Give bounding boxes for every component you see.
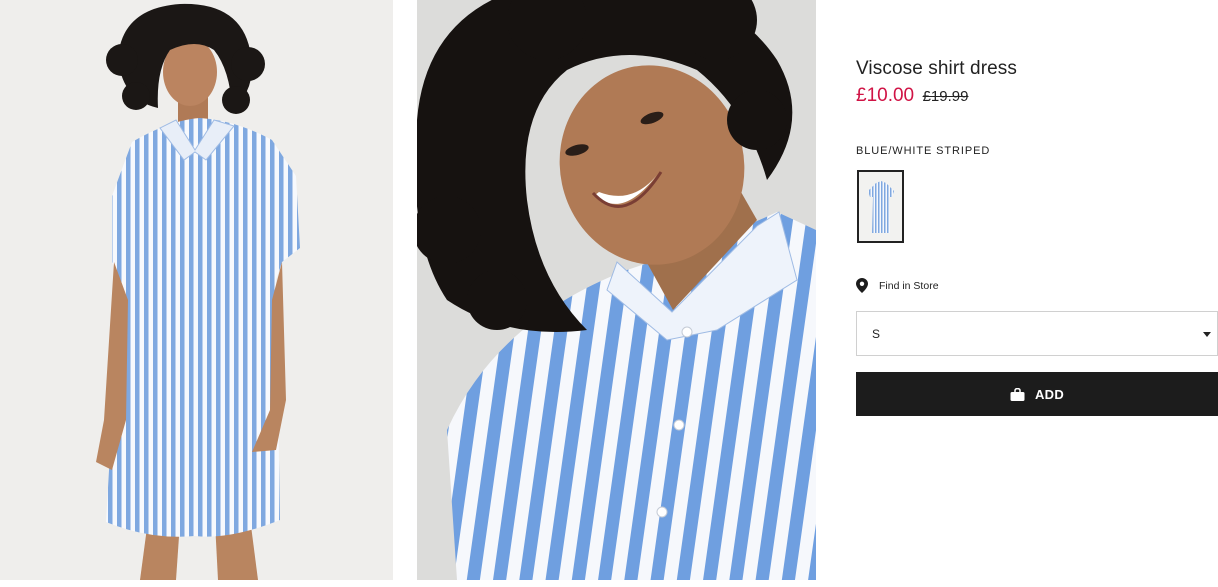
shopping-bag-icon: [1010, 387, 1025, 401]
product-image-full[interactable]: [0, 0, 393, 580]
caret-down-icon: [1203, 332, 1211, 337]
product-image-detail[interactable]: [417, 0, 816, 580]
find-in-store-link[interactable]: Find in Store: [856, 278, 939, 293]
price-block: £10.00 £19.99: [856, 85, 968, 107]
add-button-label: ADD: [1034, 386, 1065, 402]
find-in-store-label: Find in Store: [879, 279, 939, 292]
location-pin-icon: [856, 278, 868, 293]
add-to-bag-button[interactable]: ADD: [856, 372, 1218, 416]
sale-price: £10.00: [856, 85, 915, 106]
size-selected-value: S: [872, 327, 881, 341]
product-title: Viscose shirt dress: [856, 58, 1017, 79]
size-dropdown[interactable]: S: [856, 311, 1218, 356]
original-price: £19.99: [922, 88, 969, 105]
color-swatch-blue-white-striped[interactable]: [857, 170, 904, 243]
product-info-panel: Viscose shirt dress £10.00 £19.99 BLUE/W…: [856, 0, 1218, 587]
swatch-thumbnail: [867, 180, 894, 233]
color-name: BLUE/WHITE STRIPED: [856, 145, 991, 157]
